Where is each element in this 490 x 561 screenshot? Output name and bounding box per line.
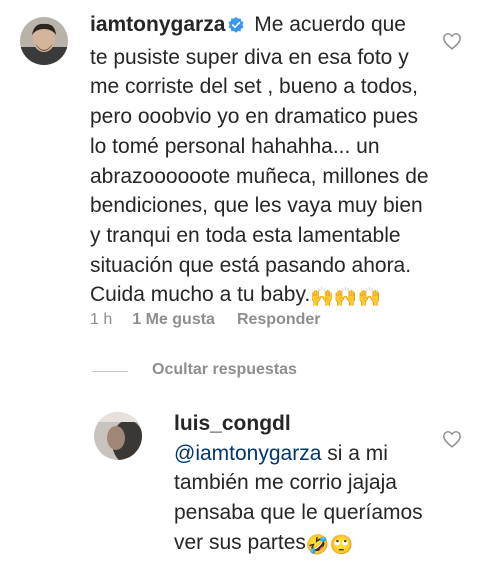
hide-replies-divider bbox=[92, 371, 128, 372]
comment-line: bendiciones, que les vaya muy bien bbox=[90, 194, 423, 218]
comment-username[interactable]: iamtonygarza bbox=[90, 13, 225, 36]
comment-line: situación que está pasando ahora. bbox=[90, 253, 412, 277]
comment-line: Cuida mucho a tu baby. bbox=[90, 283, 311, 307]
reply-like-heart-icon[interactable] bbox=[442, 430, 462, 453]
likes-count-button[interactable]: 1 Me gusta bbox=[132, 311, 215, 328]
hide-replies-button[interactable]: Ocultar respuestas bbox=[152, 361, 297, 379]
comment-line: abrazoooooote muñeca, millones de bbox=[90, 164, 429, 188]
commenter-avatar[interactable] bbox=[20, 17, 68, 65]
comment-time: 1 h bbox=[90, 311, 113, 328]
comment-body: iamtonygarza Me acuerdo que te pusiste s… bbox=[90, 10, 429, 313]
comment-line: me corriste del set , bueno a todos, bbox=[90, 75, 419, 99]
like-heart-icon[interactable] bbox=[442, 32, 462, 55]
reply-username[interactable]: luis_congdl bbox=[174, 412, 291, 435]
replier-avatar[interactable] bbox=[94, 412, 142, 460]
reply-button[interactable]: Responder bbox=[237, 311, 321, 328]
comment-line: lo tomé personal hahahha... un bbox=[90, 134, 380, 158]
comment-line: y tranqui en toda esta lamentable bbox=[90, 223, 401, 247]
comment-line: pero ooobvio yo en dramatico pues bbox=[90, 105, 419, 129]
reply-line: pensaba que le queríamos bbox=[174, 501, 423, 525]
reply-body: luis_congdl @iamtonygarza si a mi tambié… bbox=[174, 409, 423, 561]
comment-line: Me acuerdo que bbox=[254, 13, 406, 36]
reply-line: ver sus partes bbox=[174, 530, 306, 554]
verified-badge-icon bbox=[227, 13, 245, 43]
mention-link[interactable]: @iamtonygarza bbox=[174, 442, 321, 465]
reply-line: si a mi bbox=[327, 441, 388, 465]
laughing-rolling-eyes-emoji: 🤣🙄 bbox=[305, 534, 354, 556]
comment-line: te pusiste super diva en esa foto y bbox=[90, 45, 409, 69]
reply-line: también me corrio jajaja bbox=[174, 471, 397, 495]
comment-meta: 1 h 1 Me gusta Responder bbox=[90, 311, 343, 329]
raising-hands-emoji: 🙌🙌🙌 bbox=[310, 287, 382, 309]
